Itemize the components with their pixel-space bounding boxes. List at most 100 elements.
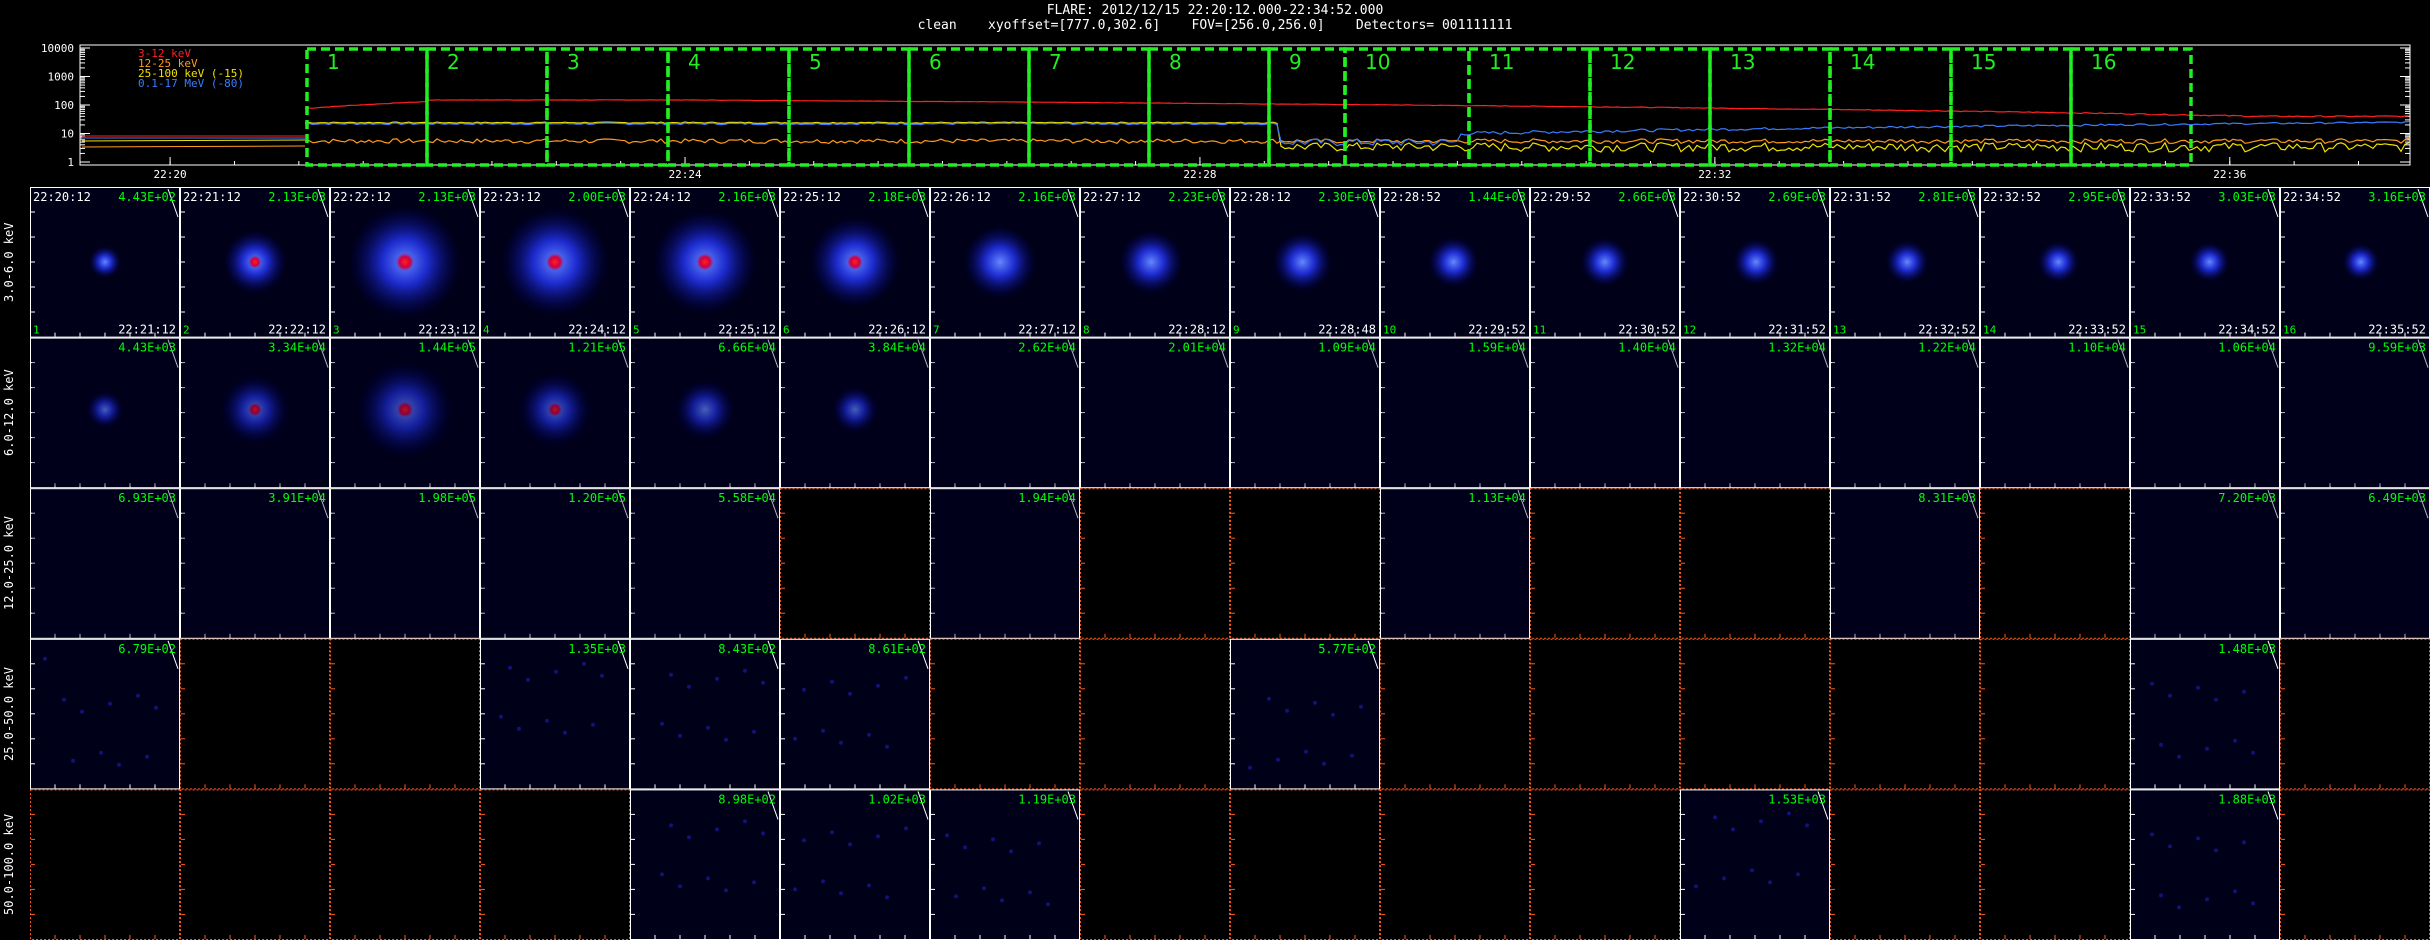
interval-number: 1 [33,324,40,337]
image-grid: 4.43E+02 22:20:12 22:21:12 1 2.13E+03 22:21:1… [30,187,2430,940]
image-cell [330,789,480,940]
image-cell [1530,789,1680,940]
interval-number: 12 [1683,324,1696,337]
image-frame [2280,638,2430,790]
noise-speckle [687,684,691,689]
noise-speckle [715,676,719,681]
noise-speckle [2159,742,2163,747]
source-emission [1580,237,1630,287]
image-cell: 1.09E+04 [1230,337,1380,489]
image-bg [2132,490,2278,637]
interval-box [1708,47,1832,167]
noise-speckle [982,886,986,891]
image-cell: 1.48E+03 [2130,638,2280,790]
image-cell: 2.66E+03 22:29:52 22:30:52 11 [1530,187,1680,338]
end-time-label: 22:24:12 [568,323,626,337]
max-value-label: 8.98E+02 [718,792,776,806]
start-time-label: 22:28:12 [1233,190,1291,204]
interval-box [2069,47,2193,167]
image-frame [330,789,480,940]
interval-number: 2 [183,324,190,337]
max-value-label: 6.93E+03 [118,491,176,505]
noise-speckle [2233,889,2237,894]
max-value-label: 8.61E+02 [868,642,926,656]
end-time-label: 22:32:52 [1918,323,1976,337]
curve-12-25kev-pre [81,145,306,148]
image-bg [1832,490,1978,637]
image-cell: 6.49E+03 [2280,488,2430,639]
max-value-label: 9.59E+03 [2368,341,2426,355]
noise-speckle [2251,901,2255,906]
image-cell: 2.13E+03 22:21:12 22:22:12 2 [180,187,330,338]
image-cell [1530,638,1680,790]
noise-speckle [678,884,682,889]
noise-speckle [876,683,880,688]
source-emission [963,225,1037,299]
interval-box [1147,47,1271,167]
end-time-label: 22:22:12 [268,323,326,337]
interval-number: 9 [1289,50,1302,74]
max-value-label: 1.94E+04 [1018,491,1076,505]
max-value-label: 1.40E+04 [1618,341,1676,355]
max-value-label: 1.32E+04 [1768,341,1826,355]
noise-speckle [678,733,682,738]
noise-speckle [2196,836,2200,841]
start-time-label: 22:28:52 [1383,190,1441,204]
image-frame [30,638,180,790]
interval-box [1027,47,1151,167]
interval-number: 5 [809,50,822,74]
interval-number: 14 [1983,324,1997,337]
image-frame [1530,488,1680,639]
noise-speckle [2168,693,2172,698]
image-frame [30,789,180,940]
start-time-label: 22:24:12 [633,190,691,204]
interval-number: 13 [1833,324,1846,337]
image-frame [2130,638,2280,790]
interval-number: 16 [2091,50,2116,74]
noise-speckle [154,705,158,710]
energy-band-label: 3.0-6.0 keV [2,222,16,302]
max-value-label: 1.44E+05 [418,341,476,355]
max-value-label: 2.23E+03 [1168,190,1226,204]
interval-number: 3 [333,324,340,337]
image-parameters: clean xyoffset=[777.0,302.6] FOV=[256.0,… [917,18,1513,33]
image-frame [1530,638,1680,790]
noise-speckle [80,709,84,714]
noise-speckle [724,888,728,893]
noise-speckle [2196,685,2200,690]
noise-speckle [1000,898,1004,903]
image-cell: 2.01E+04 [1080,337,1230,489]
max-value-label: 7.20E+03 [2218,491,2276,505]
interval-number: 2 [447,50,460,74]
max-value-label: 3.16E+03 [2368,190,2426,204]
end-time-label: 22:28:12 [1168,323,1226,337]
image-frame [1230,638,1380,790]
noise-speckle [563,730,567,735]
source-emission [2342,243,2380,281]
interval-number: 7 [933,324,940,337]
image-cell: 2.69E+03 22:30:52 22:31:52 12 [1680,187,1830,338]
interval-number: 6 [783,324,790,337]
max-value-label: 2.62E+04 [1018,341,1076,355]
image-cell: 8.31E+03 [1830,488,1980,639]
noise-speckle [830,679,834,684]
noise-speckle [1350,753,1354,758]
image-frame [180,789,330,940]
end-time-label: 22:33:52 [2068,323,2126,337]
noise-speckle [867,883,871,888]
noise-speckle [2251,750,2255,755]
end-time-label: 22:25:12 [718,323,776,337]
noise-speckle [1304,749,1308,754]
noise-speckle [600,673,604,678]
image-cell: 2.30E+03 22:28:12 22:28:48 9 [1230,187,1380,338]
noise-speckle [554,669,558,674]
image-cell [1830,789,1980,940]
image-cell: 1.88E+03 [2130,789,2280,940]
start-time-label: 22:22:12 [333,190,391,204]
interval-number: 8 [1169,50,1182,74]
noise-speckle [885,744,889,749]
interval-number: 11 [1489,50,1514,74]
interval-number: 1 [327,50,340,74]
image-cell: 2.00E+03 22:23:12 22:24:12 4 [480,187,630,338]
max-value-label: 1.59E+04 [1468,341,1526,355]
